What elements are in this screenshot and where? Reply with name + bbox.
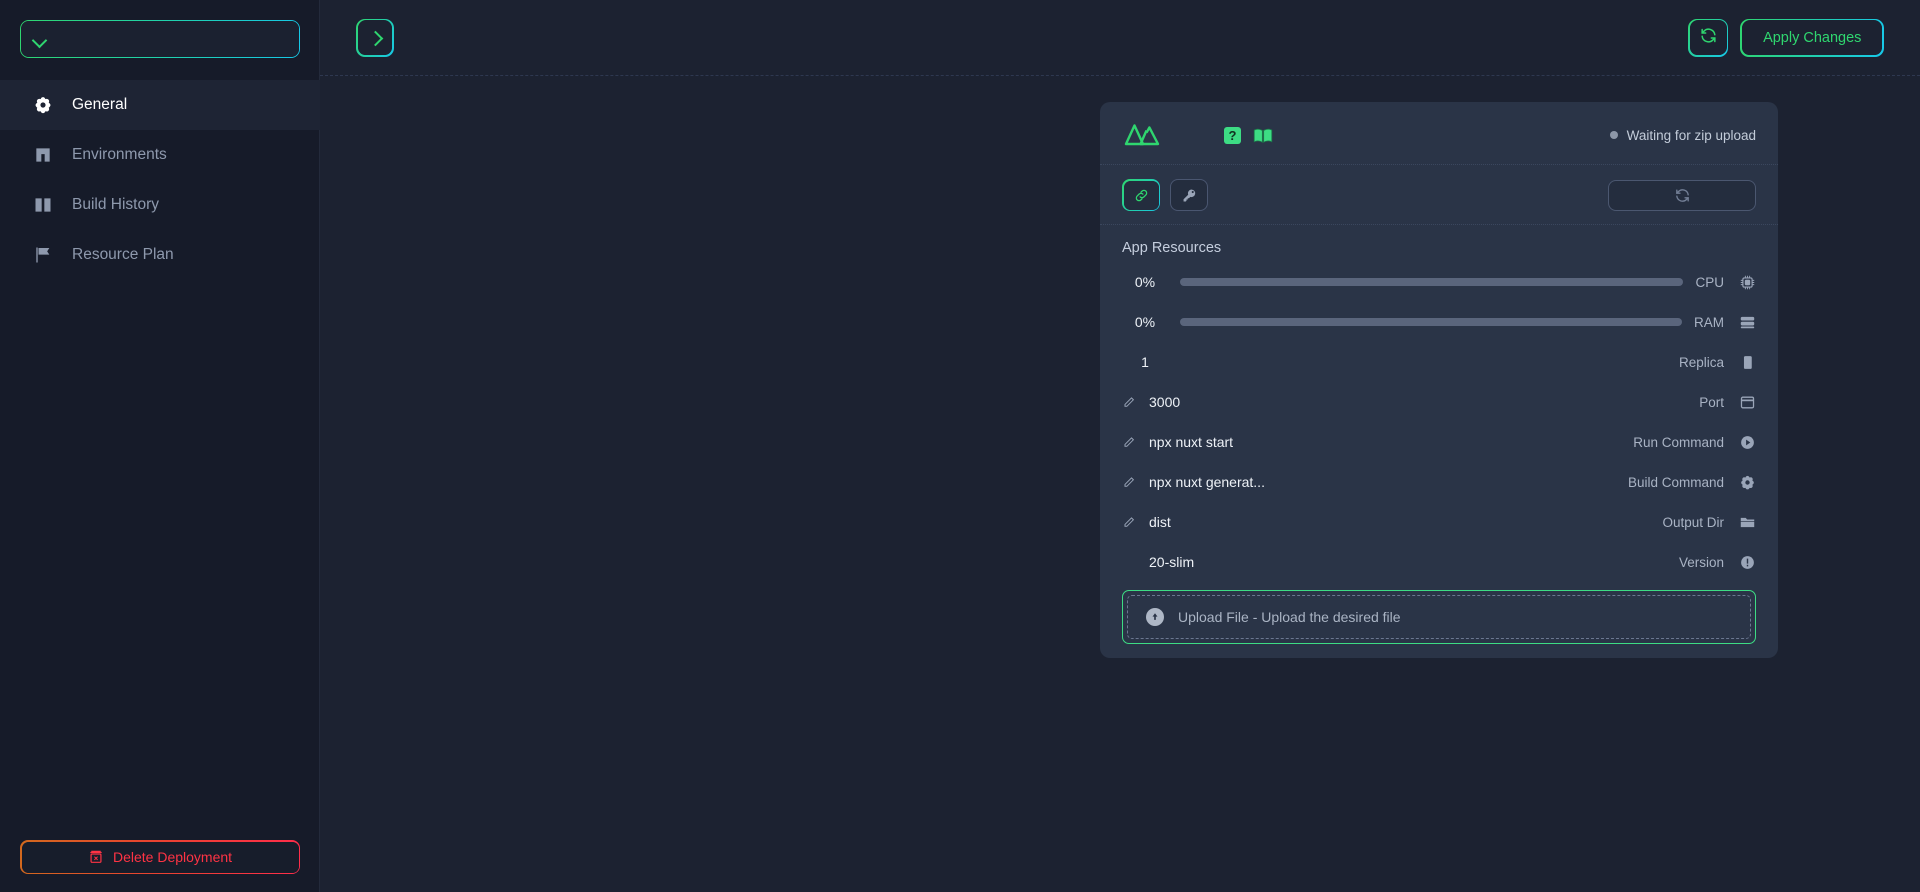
deployment-card: ? Waiting for zip upload App Resources 0… xyxy=(1100,102,1778,658)
output-dir-value: dist xyxy=(1149,514,1171,530)
gear-icon xyxy=(32,94,54,116)
link-button-inner xyxy=(1123,180,1159,210)
build-command-value: npx nuxt generat... xyxy=(1149,474,1265,490)
sidebar: General Environments Build History Resou… xyxy=(0,0,320,892)
deployment-selector[interactable] xyxy=(20,20,300,58)
version-value: 20-slim xyxy=(1149,554,1195,570)
card-header: ? Waiting for zip upload xyxy=(1100,102,1778,165)
apply-changes-label: Apply Changes xyxy=(1763,29,1862,46)
run-command-value: npx nuxt start xyxy=(1149,434,1234,450)
edit-run-command-icon[interactable] xyxy=(1122,436,1137,449)
output-dir-label: Output Dir xyxy=(1662,514,1724,530)
refresh-icon xyxy=(1699,26,1718,50)
topbar: Apply Changes xyxy=(320,0,1920,76)
link-button[interactable] xyxy=(1122,179,1160,211)
link-icon xyxy=(1134,188,1149,203)
topbar-actions: Apply Changes xyxy=(1688,19,1884,57)
upload-file-label: Upload File - Upload the desired file xyxy=(1178,609,1401,625)
version-label: Version xyxy=(1678,554,1724,570)
sidebar-collapse-button[interactable] xyxy=(356,19,394,57)
refresh-button[interactable] xyxy=(1688,19,1728,57)
refresh-button-inner xyxy=(1690,20,1727,55)
sidebar-item-label: Resource Plan xyxy=(72,246,174,263)
info-icon xyxy=(1736,554,1756,571)
trash-x-icon xyxy=(88,849,104,865)
resource-row-port: 3000 Port xyxy=(1100,382,1778,422)
resource-row-build-command: npx nuxt generat... Build Command xyxy=(1100,462,1778,502)
edit-output-dir-icon[interactable] xyxy=(1122,516,1137,529)
upload-file-inner: Upload File - Upload the desired file xyxy=(1127,595,1751,639)
card-header-icons: ? xyxy=(1224,126,1273,144)
cpu-progress-bar xyxy=(1180,278,1684,286)
run-command-label: Run Command xyxy=(1633,434,1724,450)
replica-value: 1 xyxy=(1141,354,1149,370)
edit-port-icon[interactable] xyxy=(1122,396,1137,409)
resource-row-run-command: npx nuxt start Run Command xyxy=(1100,422,1778,462)
nuxt-logo-icon xyxy=(1122,120,1162,150)
book-icon xyxy=(32,194,54,216)
deployment-selector-inner xyxy=(21,21,299,57)
replica-label: Replica xyxy=(1678,354,1724,370)
clone-icon xyxy=(1736,354,1756,371)
play-icon xyxy=(1736,434,1756,451)
status-badge: Waiting for zip upload xyxy=(1609,127,1756,143)
window-icon xyxy=(1736,394,1756,411)
main-area: Apply Changes ? Waiting for zip upload A… xyxy=(320,0,1920,892)
resource-row-output-dir: dist Output Dir xyxy=(1100,502,1778,542)
resource-row-ram: 0% RAM xyxy=(1100,302,1778,342)
upload-file-dropzone[interactable]: Upload File - Upload the desired file xyxy=(1122,590,1756,644)
resource-row-cpu: 0% CPU xyxy=(1100,262,1778,302)
delete-deployment-label: Delete Deployment xyxy=(112,849,233,865)
port-label: Port xyxy=(1699,394,1724,410)
folder-icon xyxy=(1736,514,1756,531)
build-command-label: Build Command xyxy=(1627,474,1724,490)
sidebar-item-label: Environments xyxy=(72,146,167,163)
chevron-right-icon xyxy=(370,33,380,43)
cube-icon xyxy=(32,144,54,166)
help-icon[interactable]: ? xyxy=(1224,126,1241,144)
gear-icon xyxy=(1736,474,1756,491)
sidebar-item-label: General xyxy=(72,96,128,113)
key-button[interactable] xyxy=(1170,179,1208,211)
section-title: App Resources xyxy=(1122,240,1222,256)
delete-deployment-inner: Delete Deployment xyxy=(21,841,299,873)
ram-icon xyxy=(1736,314,1756,331)
key-icon xyxy=(1182,188,1197,203)
sidebar-item-general[interactable]: General xyxy=(0,80,320,130)
ram-value: 0% xyxy=(1134,314,1156,330)
upload-circle-icon xyxy=(1146,608,1164,626)
cpu-label: CPU xyxy=(1695,274,1724,290)
flag-icon xyxy=(32,244,54,266)
edit-build-command-icon[interactable] xyxy=(1122,476,1137,489)
delete-deployment-button[interactable]: Delete Deployment xyxy=(20,840,300,874)
card-refresh-button[interactable] xyxy=(1608,179,1756,211)
card-toolbar xyxy=(1100,165,1778,225)
sidebar-collapse-inner xyxy=(357,20,393,55)
port-value: 3000 xyxy=(1149,394,1181,410)
apply-changes-button[interactable]: Apply Changes xyxy=(1740,19,1884,57)
app-root: General Environments Build History Resou… xyxy=(0,0,1920,892)
sidebar-item-resource-plan[interactable]: Resource Plan xyxy=(0,230,320,280)
apply-changes-inner: Apply Changes xyxy=(1742,20,1883,55)
chevron-down-icon xyxy=(33,35,48,44)
refresh-icon xyxy=(1674,187,1691,204)
resource-row-replica: 1 Replica xyxy=(1100,342,1778,382)
ram-label: RAM xyxy=(1694,314,1724,330)
status-dot-icon xyxy=(1609,131,1618,139)
open-book-icon[interactable] xyxy=(1253,127,1273,144)
sidebar-nav: General Environments Build History Resou… xyxy=(0,80,320,280)
sidebar-item-label: Build History xyxy=(72,196,159,213)
sidebar-item-build-history[interactable]: Build History xyxy=(0,180,320,230)
cpu-icon xyxy=(1736,274,1756,291)
sidebar-item-environments[interactable]: Environments xyxy=(0,130,320,180)
resource-row-version: 20-slim Version xyxy=(1100,542,1778,582)
cpu-value: 0% xyxy=(1134,274,1156,290)
status-text: Waiting for zip upload xyxy=(1626,127,1756,143)
ram-progress-bar xyxy=(1180,318,1682,326)
